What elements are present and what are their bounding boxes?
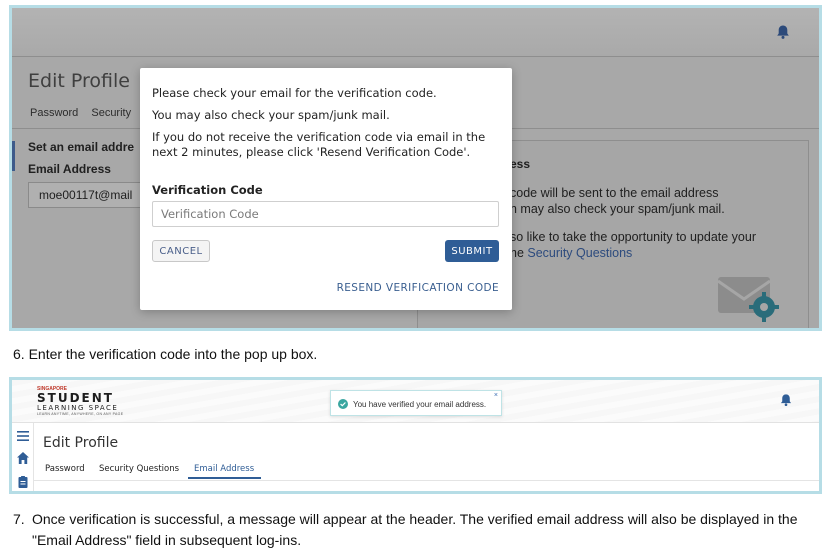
profile-tabs: Password Security [30, 107, 141, 119]
app-header: SINGAPORE STUDENT LEARNING SPACE LEARN A… [12, 380, 819, 423]
screenshot-verification-success: SINGAPORE STUDENT LEARNING SPACE LEARN A… [9, 377, 822, 494]
card-title: ess [510, 157, 531, 171]
bell-icon[interactable] [775, 24, 791, 40]
logo-sub-text: LEARNING SPACE [37, 404, 119, 412]
card-text-line: he Security Questions [510, 245, 800, 261]
tab-security-questions[interactable]: Security Questions [99, 464, 179, 474]
sls-logo[interactable]: SINGAPORE STUDENT LEARNING SPACE LEARN A… [37, 386, 123, 416]
security-questions-link[interactable]: Security Questions [527, 246, 632, 260]
page-title: Edit Profile [43, 435, 119, 451]
logo-main-text: STUDENT [37, 391, 114, 405]
active-tab-indicator [188, 477, 261, 479]
step-7-number: 7. [13, 511, 25, 527]
step-6-caption: 6. Enter the verification code into the … [13, 346, 318, 362]
resend-verification-link[interactable]: RESEND VERIFICATION CODE [337, 282, 499, 294]
verification-code-input[interactable] [152, 201, 499, 227]
success-toast: You have verified your email address. × [330, 390, 502, 416]
app-header [12, 8, 819, 57]
dialog-message-line: If you do not receive the verification c… [152, 130, 486, 159]
card-text-line: n may also check your spam/junk mail. [510, 202, 725, 216]
side-rail [12, 423, 34, 491]
page-title: Edit Profile [28, 70, 130, 92]
verification-code-label: Verification Code [152, 183, 263, 197]
step-7-caption: 7. Once verification is successful, a me… [13, 509, 813, 551]
card-text: code will be sent to the email address n… [510, 185, 800, 217]
cancel-button[interactable]: CANCEL [152, 240, 210, 262]
section-marker [12, 141, 15, 171]
card-text-prefix: he [510, 246, 528, 260]
tab-email-address[interactable]: Email Address [194, 464, 254, 474]
menu-icon[interactable] [16, 429, 30, 443]
card-text-line: so like to take the opportunity to updat… [510, 230, 756, 244]
envelope-gear-icon [717, 277, 779, 322]
bell-icon[interactable] [779, 393, 793, 407]
verification-dialog: Please check your email for the verifica… [140, 68, 512, 310]
content-card-edge [426, 491, 810, 494]
email-field[interactable]: moe00117t@mail [28, 182, 146, 208]
tab-divider [34, 480, 819, 481]
close-icon[interactable]: × [494, 392, 498, 399]
submit-button[interactable]: SUBMIT [445, 240, 499, 262]
dialog-message-line: You may also check your spam/junk mail. [152, 108, 390, 122]
tab-password[interactable]: Password [45, 464, 85, 474]
tab-security[interactable]: Security [91, 107, 131, 119]
toast-message: You have verified your email address. [353, 400, 487, 409]
check-circle-icon [338, 399, 348, 409]
card-text-line: code will be sent to the email address [510, 186, 719, 200]
tab-password[interactable]: Password [30, 107, 78, 119]
home-icon[interactable] [16, 451, 30, 465]
logo-tagline: LEARN ANYTIME, ANYWHERE, ON ANY PAGE [37, 412, 124, 416]
dialog-message-line: Please check your email for the verifica… [152, 86, 437, 100]
screenshot-verification-modal: Edit Profile Password Security Set an em… [9, 5, 822, 331]
card-text-secondary: so like to take the opportunity to updat… [510, 229, 800, 261]
clipboard-icon[interactable] [16, 475, 30, 489]
step-7-text: Once verification is successful, a messa… [32, 511, 798, 548]
email-address-label: Email Address [28, 162, 111, 176]
set-email-heading: Set an email addre [28, 140, 135, 154]
